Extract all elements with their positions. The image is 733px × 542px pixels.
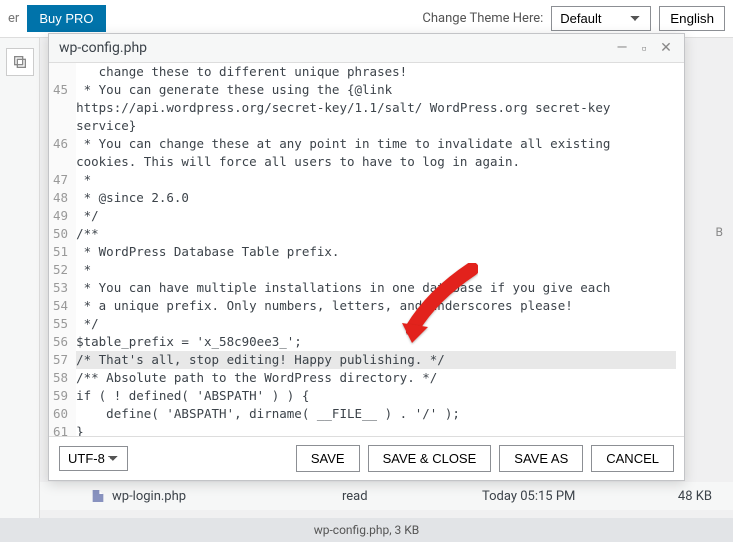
code-line[interactable]: */ <box>76 207 676 225</box>
left-rail <box>0 38 40 542</box>
editor-footer: UTF-8 SAVE SAVE & CLOSE SAVE AS CANCEL <box>49 436 684 480</box>
code-line[interactable]: define( 'ABSPATH', dirname( __FILE__ ) .… <box>76 405 676 423</box>
code-line[interactable]: */ <box>76 315 676 333</box>
cancel-button[interactable]: CANCEL <box>591 445 674 472</box>
buy-pro-button[interactable]: Buy PRO <box>27 5 105 32</box>
editor-dialog: wp-config.php — ▫ ✕ 45464748495051525354… <box>48 33 685 481</box>
code-line[interactable]: * <box>76 261 676 279</box>
column-badge-b: B <box>716 225 723 239</box>
code-area[interactable]: 4546474849505152535455565758596061626364… <box>49 63 684 436</box>
code-line[interactable]: } <box>76 423 676 436</box>
code-line[interactable]: if ( ! defined( 'ABSPATH' ) ) { <box>76 387 676 405</box>
close-icon[interactable]: ✕ <box>658 40 674 56</box>
copy-icon[interactable] <box>6 48 34 76</box>
file-size: 48 KB <box>632 489 712 504</box>
file-permission: read <box>342 489 482 504</box>
language-button[interactable]: English <box>659 6 725 31</box>
code-line[interactable]: $table_prefix = 'x_58c90ee3_'; <box>76 333 676 351</box>
code-line[interactable]: * WordPress Database Table prefix. <box>76 243 676 261</box>
status-bar: wp-config.php, 3 KB <box>0 518 733 542</box>
save-as-button[interactable]: SAVE AS <box>499 445 583 472</box>
editor-titlebar[interactable]: wp-config.php — ▫ ✕ <box>49 34 684 63</box>
line-gutter: 4546474849505152535455565758596061626364 <box>49 63 76 436</box>
code-line[interactable]: * You can have multiple installations in… <box>76 279 676 297</box>
code-line[interactable]: * <box>76 171 676 189</box>
code-line[interactable]: /* That's all, stop editing! Happy publi… <box>76 351 676 369</box>
code-lines[interactable]: change these to different unique phrases… <box>76 63 684 436</box>
file-name: wp-login.php <box>112 489 342 504</box>
code-line[interactable]: https://api.wordpress.org/secret-key/1.1… <box>76 99 676 117</box>
editor-title: wp-config.php <box>59 40 608 56</box>
status-text: wp-config.php, 3 KB <box>314 523 420 537</box>
save-button[interactable]: SAVE <box>296 445 360 472</box>
minimize-icon[interactable]: — <box>614 40 630 56</box>
code-line[interactable]: /** Absolute path to the WordPress direc… <box>76 369 676 387</box>
code-line[interactable]: service} <box>76 117 676 135</box>
file-row[interactable]: wp-login.php read Today 05:15 PM 48 KB <box>40 482 733 510</box>
theme-select[interactable]: Default <box>551 6 651 31</box>
file-modified: Today 05:15 PM <box>482 489 632 504</box>
code-line[interactable]: * You can generate these using the {@lin… <box>76 81 676 99</box>
maximize-icon[interactable]: ▫ <box>636 40 652 56</box>
theme-label: Change Theme Here: <box>422 11 543 26</box>
save-close-button[interactable]: SAVE & CLOSE <box>368 445 492 472</box>
code-line[interactable]: cookies. This will force all users to ha… <box>76 153 676 171</box>
encoding-select[interactable]: UTF-8 <box>59 446 128 471</box>
code-line[interactable]: * @since 2.6.0 <box>76 189 676 207</box>
code-line[interactable]: change these to different unique phrases… <box>76 63 676 81</box>
code-line[interactable]: * a unique prefix. Only numbers, letters… <box>76 297 676 315</box>
right-rail <box>713 38 733 512</box>
title-fragment: er <box>8 11 19 26</box>
code-line[interactable]: /** <box>76 225 676 243</box>
php-file-icon <box>90 488 106 504</box>
code-line[interactable]: * You can change these at any point in t… <box>76 135 676 153</box>
